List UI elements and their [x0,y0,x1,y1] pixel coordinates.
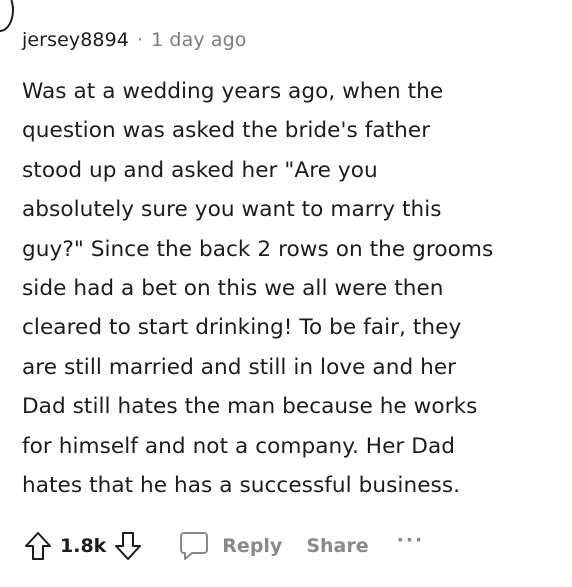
comment-meta: jersey8894 · 1 day ago [22,26,246,54]
speech-bubble-icon [180,532,209,560]
vote-score: 1.8k [60,535,107,557]
comment-body: Was at a wedding years ago, when the que… [22,72,562,505]
share-button[interactable]: Share [306,535,368,557]
upvote-button[interactable] [22,530,54,562]
comment-line: hates that he has a successful business. [22,473,461,499]
comment-line: are still married and still in love and … [22,354,457,380]
comment-line: guy?" Since the back 2 rows on the groom… [22,236,494,262]
comment-line: side had a bet on this we all were then [22,276,444,302]
avatar[interactable] [0,0,14,32]
comment-line: absolutely sure you want to marry this [22,197,442,223]
comment-line: for himself and not a company. Her Dad [22,433,455,459]
reply-label: Reply [222,535,283,557]
comment-line: cleared to start drinking! To be fair, t… [22,315,462,341]
comment-line: Was at a wedding years ago, when the [22,79,444,104]
more-options-button[interactable]: ··· [397,529,425,551]
downvote-button[interactable] [112,530,144,562]
arrow-down-outline-icon [115,532,142,560]
reply-button[interactable]: Reply [178,530,282,562]
comment-line: stood up and asked her "Are you [22,157,378,183]
meta-separator: · [136,29,144,51]
comment-actions: 1.8k Reply Share ··· [22,525,424,567]
comment-line: question was asked the bride's father [22,118,431,144]
username-link[interactable]: jersey8894 [22,29,129,51]
comment-line: Dad still hates the man because he works [22,394,478,420]
comment-timestamp[interactable]: 1 day ago [151,29,246,51]
arrow-up-outline-icon [25,532,51,560]
